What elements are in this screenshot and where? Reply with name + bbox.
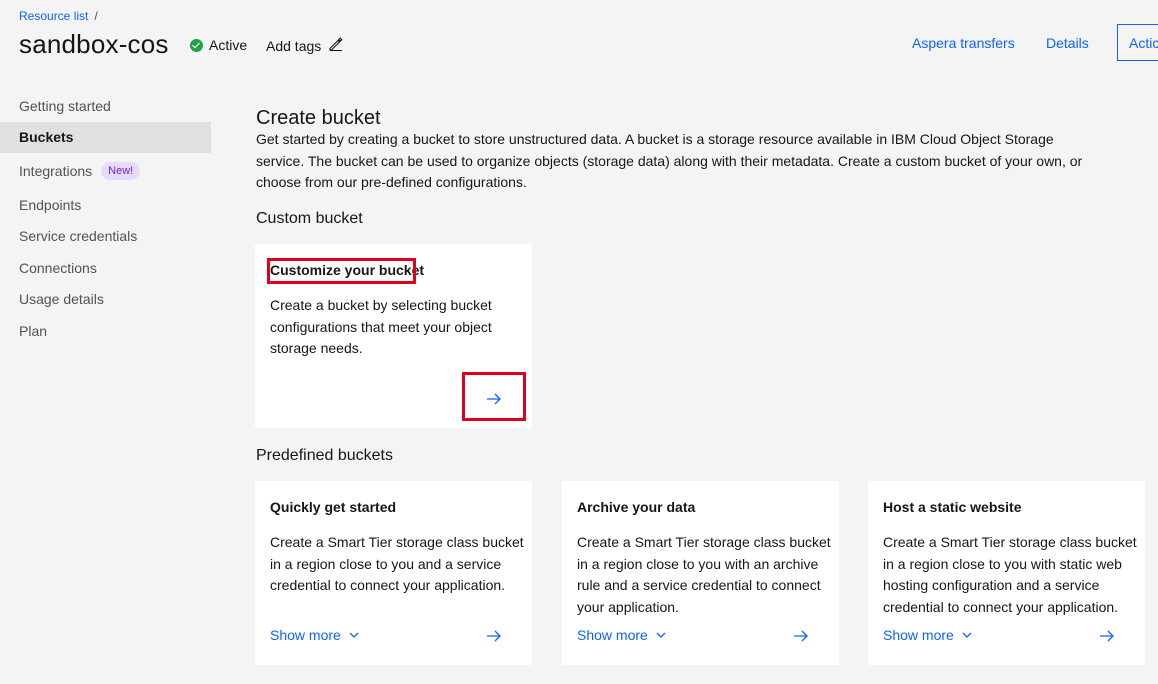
sidebar-item-getting-started[interactable]: Getting started [0, 90, 211, 122]
show-more-label: Show more [577, 627, 648, 643]
breadcrumb: Resource list / [19, 9, 98, 23]
chevron-down-icon [656, 632, 666, 638]
customize-bucket-title: Customize your bucket [270, 262, 425, 278]
customize-bucket-text: Create a bucket by selecting bucket conf… [270, 297, 492, 356]
predefined-tile-text: Create a Smart Tier storage class bucket… [577, 534, 831, 615]
add-tags-button[interactable]: Add tags [266, 37, 343, 54]
sidebar-item-buckets[interactable]: Buckets [0, 121, 211, 153]
sidebar-item-endpoints[interactable]: Endpoints [0, 189, 211, 221]
sidebar-item-label: Endpoints [19, 196, 82, 213]
status-indicator: Active [190, 37, 247, 53]
new-badge: New! [101, 162, 141, 180]
create-bucket-title: Create bucket [256, 107, 381, 129]
customize-bucket-tile[interactable]: Customize your bucket Create a bucket by… [255, 244, 532, 428]
show-more-label: Show more [270, 627, 341, 643]
sidebar-item-label: Integrations [19, 163, 93, 179]
sidebar-item-label: Connections [19, 259, 97, 276]
sidebar-item-plan[interactable]: Plan [0, 315, 211, 347]
predefined-tile-text: Create a Smart Tier storage class bucket… [883, 534, 1137, 615]
chevron-down-icon [349, 632, 359, 638]
arrow-right-icon [794, 630, 808, 642]
sidebar-item-service-credentials[interactable]: Service credentials [0, 221, 211, 253]
show-more-link[interactable]: Show more [883, 627, 972, 643]
sidebar-item-label: Usage details [19, 291, 104, 308]
sidebar-nav: Getting started Buckets Integrations New… [0, 90, 211, 347]
show-more-link[interactable]: Show more [577, 627, 666, 643]
predefined-buckets-heading: Predefined buckets [256, 447, 393, 464]
custom-bucket-heading: Custom bucket [256, 210, 363, 227]
show-more-link[interactable]: Show more [270, 627, 359, 643]
sidebar-item-label: Plan [19, 322, 48, 339]
sidebar-item-label: Service credentials [19, 228, 138, 245]
chevron-down-icon [962, 632, 972, 638]
sidebar-item-integrations[interactable]: Integrations New! [0, 153, 211, 189]
sidebar-item-label: Buckets [19, 129, 74, 146]
status-label: Active [209, 37, 248, 53]
sidebar-item-usage-details[interactable]: Usage details [0, 284, 211, 316]
predefined-tile-title: Host a static website [883, 499, 1022, 515]
aspera-transfers-link[interactable]: Aspera transfers [912, 35, 1015, 51]
create-bucket-description: Get started by creating a bucket to stor… [256, 131, 1083, 190]
predefined-tile-static-website[interactable]: Host a static website Create a Smart Tie… [868, 481, 1145, 665]
predefined-tile-text: Create a Smart Tier storage class bucket… [270, 534, 524, 593]
arrow-right-icon [487, 630, 501, 642]
check-circle-icon [190, 38, 203, 52]
archive-arrow-button[interactable] [786, 621, 816, 651]
breadcrumb-separator: / [94, 9, 98, 23]
page-title: sandbox-cos [19, 29, 169, 59]
predefined-tile-quick-start[interactable]: Quickly get started Create a Smart Tier … [255, 481, 532, 665]
add-tags-label: Add tags [266, 37, 322, 54]
show-more-label: Show more [883, 627, 954, 643]
customize-bucket-arrow-button[interactable] [479, 384, 509, 414]
static-website-arrow-button[interactable] [1092, 621, 1122, 651]
sidebar-item-connections[interactable]: Connections [0, 252, 211, 284]
predefined-tile-title: Quickly get started [270, 499, 397, 515]
quick-start-arrow-button[interactable] [479, 621, 509, 651]
edit-pencil-icon[interactable] [329, 37, 343, 54]
sidebar-item-label: Getting started [19, 97, 111, 114]
actions-button[interactable]: Actic [1117, 24, 1158, 61]
predefined-tile-archive[interactable]: Archive your data Create a Smart Tier st… [562, 481, 839, 665]
arrow-right-icon [1100, 630, 1114, 642]
arrow-right-icon [487, 393, 501, 405]
details-link[interactable]: Details [1046, 35, 1089, 51]
predefined-tile-title: Archive your data [577, 499, 696, 515]
breadcrumb-resource-list-link[interactable]: Resource list [19, 9, 88, 23]
